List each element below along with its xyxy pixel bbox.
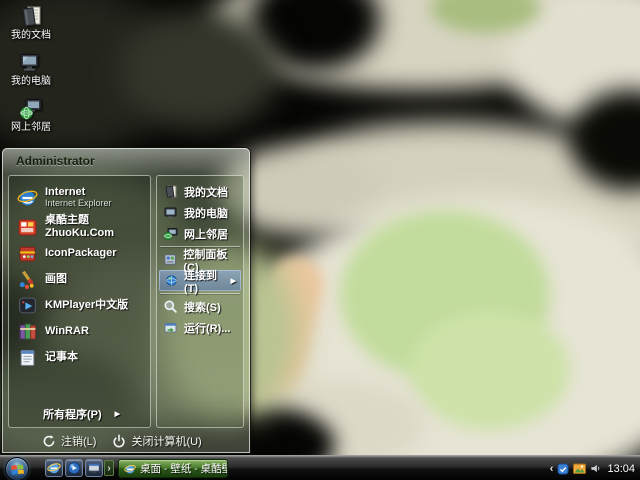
desktop-icon-my-computer[interactable]: 我的电脑 bbox=[2, 50, 60, 88]
internet-explorer-icon bbox=[124, 464, 136, 473]
start-menu-footer: 注销(L) 关闭计算机(U) bbox=[2, 429, 250, 453]
run-icon bbox=[164, 323, 177, 333]
logoff-label: 注销(L) bbox=[61, 436, 97, 448]
program-label: Internet bbox=[45, 185, 86, 198]
paint-icon bbox=[19, 270, 34, 289]
my-computer-icon bbox=[20, 54, 39, 71]
program-label: 记事本 bbox=[45, 350, 78, 363]
notepad-icon bbox=[20, 349, 35, 366]
start-menu-item-notepad[interactable]: 记事本 bbox=[9, 344, 150, 370]
desktop-icon-label: 我的文档 bbox=[11, 30, 51, 41]
program-label: KMPlayer中文版 bbox=[45, 298, 129, 311]
internet-explorer-icon bbox=[17, 190, 38, 205]
quick-launch-expand-chevron[interactable]: › bbox=[104, 460, 114, 476]
start-menu-item-winrar[interactable]: WinRAR bbox=[9, 318, 150, 344]
place-label: 网上邻居 bbox=[184, 228, 228, 241]
start-menu-item-my-computer[interactable]: 我的电脑 bbox=[157, 202, 243, 223]
tray-volume-icon[interactable] bbox=[590, 463, 601, 474]
place-label: 我的电脑 bbox=[184, 207, 228, 220]
all-programs-button[interactable]: 所有程序(P) ▶ bbox=[9, 404, 150, 424]
tray-messenger-icon[interactable] bbox=[557, 463, 569, 475]
program-label: WinRAR bbox=[45, 324, 89, 337]
program-label: IconPackager bbox=[45, 246, 117, 259]
program-label: 画图 bbox=[45, 272, 67, 285]
submenu-arrow-icon: ▶ bbox=[114, 411, 121, 418]
program-label: 桌酷主题ZhuoKu.Com bbox=[45, 214, 115, 239]
power-icon bbox=[113, 434, 126, 448]
shutdown-button[interactable]: 关闭计算机(U) bbox=[112, 433, 202, 449]
start-menu-item-network-places[interactable]: 网上邻居 bbox=[157, 223, 243, 244]
start-menu-item-search[interactable]: 搜索(S) bbox=[157, 296, 243, 317]
system-tray: ‹ 13:04 bbox=[550, 456, 640, 480]
network-places-icon bbox=[163, 228, 178, 241]
winrar-icon bbox=[19, 323, 36, 339]
desktop: 我的文档 我的电脑 网上邻居 Administrator Internet In… bbox=[0, 0, 640, 480]
iconpackager-icon bbox=[19, 246, 36, 261]
tray-image-viewer-icon[interactable] bbox=[573, 463, 587, 475]
chevron-glyph: › bbox=[107, 462, 111, 474]
start-menu-item-iconpackager[interactable]: IconPackager bbox=[9, 240, 150, 266]
quick-launch-internet-explorer[interactable] bbox=[45, 459, 63, 477]
my-computer-icon bbox=[164, 207, 177, 218]
start-menu-item-zhuoku-theme[interactable]: 桌酷主题ZhuoKu.Com bbox=[9, 214, 150, 240]
windows-logo-icon bbox=[10, 464, 24, 475]
search-icon bbox=[164, 300, 177, 313]
my-documents-icon bbox=[22, 6, 41, 27]
kmplayer-icon bbox=[19, 297, 36, 313]
internet-explorer-icon bbox=[47, 463, 61, 474]
start-menu-programs-panel: Internet Internet Explorer 桌酷主题ZhuoKu.Co… bbox=[8, 175, 151, 428]
desktop-icon-label: 我的电脑 bbox=[11, 76, 51, 87]
network-places-icon bbox=[20, 99, 42, 120]
taskbar-clock[interactable]: 13:04 bbox=[607, 463, 635, 475]
show-desktop-icon bbox=[88, 463, 100, 473]
media-player-icon bbox=[67, 461, 81, 475]
logoff-button[interactable]: 注销(L) bbox=[42, 433, 96, 449]
start-menu-places-panel: 我的文档 我的电脑 网上邻居 控制面板(C) 连接到(T) ▶ 搜索(S) 运行… bbox=[156, 175, 244, 428]
place-label: 我的文档 bbox=[184, 186, 228, 199]
quick-launch-show-desktop[interactable] bbox=[85, 459, 103, 477]
start-menu-item-paint[interactable]: 画图 bbox=[9, 266, 150, 292]
taskbar-task-ie-wallpaper-window[interactable]: 桌面 - 壁纸 - 桌酷壁... bbox=[118, 459, 228, 478]
start-menu-item-my-documents[interactable]: 我的文档 bbox=[157, 181, 243, 202]
start-menu-username: Administrator bbox=[16, 154, 95, 168]
start-menu: Administrator Internet Internet Explorer bbox=[2, 148, 250, 453]
taskbar: › 桌面 - 壁纸 - 桌酷壁... ‹ bbox=[0, 455, 640, 480]
connect-to-globe-icon bbox=[166, 275, 177, 286]
logoff-icon bbox=[43, 435, 55, 447]
control-panel-icon bbox=[164, 254, 176, 265]
quick-launch-media-player[interactable] bbox=[65, 459, 83, 477]
place-label: 连接到(T) bbox=[183, 269, 217, 295]
place-label: 运行(R)... bbox=[184, 322, 231, 335]
my-documents-icon bbox=[165, 185, 177, 198]
start-menu-item-kmplayer[interactable]: KMPlayer中文版 bbox=[9, 292, 150, 318]
submenu-arrow-icon: ▶ bbox=[230, 277, 236, 285]
tray-collapse-chevron[interactable]: ‹ bbox=[550, 463, 554, 475]
zhuoku-theme-icon bbox=[18, 219, 37, 235]
all-programs-label: 所有程序(P) bbox=[43, 409, 102, 421]
start-menu-body: Internet Internet Explorer 桌酷主题ZhuoKu.Co… bbox=[8, 175, 244, 428]
program-sublabel: Internet Explorer bbox=[45, 198, 112, 209]
desktop-icon-my-documents[interactable]: 我的文档 bbox=[2, 4, 60, 42]
task-button-label: 桌面 - 壁纸 - 桌酷壁... bbox=[140, 463, 227, 475]
start-button[interactable] bbox=[5, 457, 29, 480]
desktop-icon-label: 网上邻居 bbox=[11, 122, 51, 133]
place-label: 搜索(S) bbox=[184, 301, 221, 314]
shutdown-label: 关闭计算机(U) bbox=[131, 436, 202, 448]
desktop-icon-network-places[interactable]: 网上邻居 bbox=[2, 96, 60, 134]
start-menu-item-internet[interactable]: Internet Internet Explorer bbox=[9, 180, 150, 214]
start-menu-item-run[interactable]: 运行(R)... bbox=[157, 317, 243, 338]
